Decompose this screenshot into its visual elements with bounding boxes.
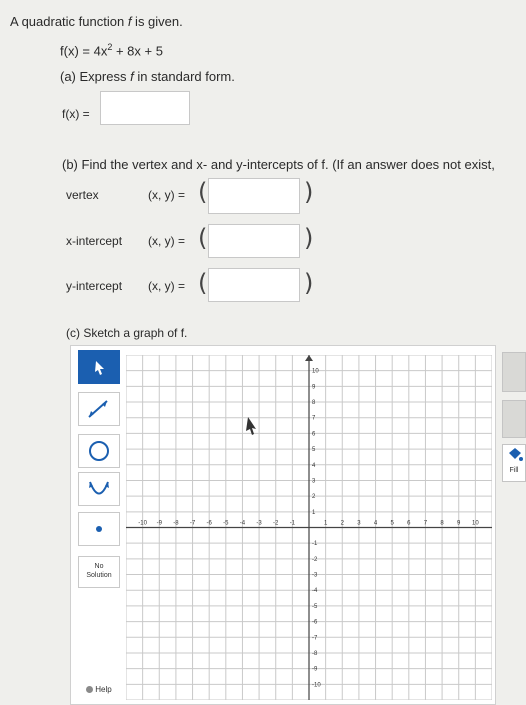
x-tick-label: -1: [290, 521, 296, 527]
x-tick-label: -3: [256, 521, 262, 527]
x-tick-label: 5: [391, 521, 395, 527]
point-icon: [96, 526, 102, 532]
y-tick-label: -10: [312, 682, 321, 688]
y-tick-label: 7: [312, 416, 316, 422]
circle-icon: [89, 441, 109, 461]
line-icon: [88, 400, 108, 418]
vertex-input[interactable]: [208, 178, 300, 214]
y-tick-label: 4: [312, 463, 316, 469]
y-tick-labels: 10 9 8 7 6 5 4 3 2 1 -1 -2 -3 -4 -5 -6 -7 -8 -9 -10: [312, 369, 321, 689]
y-tick-label: 9: [312, 384, 316, 390]
side-tool-button[interactable]: [502, 352, 526, 392]
x-tick-label: -4: [240, 521, 246, 527]
circle-tool-button[interactable]: [78, 434, 120, 468]
parabola-tool-button[interactable]: [78, 472, 120, 506]
y-tick-label: 3: [312, 478, 316, 484]
help-icon: [86, 686, 93, 694]
y-tick-label: 1: [312, 510, 316, 516]
y-intercept-close-paren: ): [304, 269, 314, 297]
y-tick-label: 6: [312, 431, 316, 437]
cursor-icon: [246, 417, 256, 435]
y-axis-arrow: [305, 355, 313, 361]
y-tick-label: -8: [312, 651, 318, 657]
y-tick-label: 2: [312, 494, 316, 500]
x-intercept-label: x-intercept: [66, 234, 123, 248]
x-tick-label: 3: [357, 521, 361, 527]
y-intercept-label: y-intercept: [66, 279, 123, 293]
x-tick-label: -10: [138, 521, 147, 527]
graph-canvas[interactable]: -10 -9 -8 -7 -6 -5 -4 -3 -2 -1 1 2 3 4 5 6 7 8 9 10 10 9 8 7 6 5…: [126, 355, 492, 700]
pointer-icon: [95, 361, 104, 375]
x-tick-label: -2: [273, 521, 279, 527]
y-tick-label: -1: [312, 541, 318, 547]
x-tick-label: 4: [374, 521, 378, 527]
x-tick-label: 1: [324, 521, 328, 527]
function-definition: f(x) = 4x2 + 8x + 5: [60, 42, 163, 59]
parabola-icon: [89, 481, 109, 495]
vertex-close-paren: ): [304, 178, 314, 206]
x-tick-label: 6: [407, 521, 411, 527]
vertex-open-paren: (: [198, 178, 208, 206]
x-tick-label: 8: [440, 521, 444, 527]
vertex-xy-label: (x, y) =: [148, 188, 186, 202]
x-tick-label: 9: [457, 521, 461, 527]
x-tick-label: 10: [472, 521, 479, 527]
y-tick-label: -2: [312, 557, 318, 563]
axes: [126, 355, 492, 700]
x-tick-label: -8: [173, 521, 179, 527]
y-tick-label: -3: [312, 573, 318, 579]
pointer-tool-button[interactable]: [78, 350, 120, 384]
vertex-label: vertex: [66, 188, 99, 202]
y-intercept-xy-label: (x, y) =: [148, 279, 186, 293]
point-tool-button[interactable]: [78, 512, 120, 546]
x-tick-label: -6: [207, 521, 213, 527]
standard-form-input[interactable]: [100, 91, 190, 125]
line-tool-button[interactable]: [78, 392, 120, 426]
fill-icon: [509, 448, 523, 461]
y-tick-label: 5: [312, 447, 316, 453]
side-tool-button-2[interactable]: [502, 400, 526, 438]
x-intercept-input[interactable]: [208, 224, 300, 258]
y-tick-label: -6: [312, 620, 318, 626]
part-b-prompt: (b) Find the vertex and x- and y-interce…: [62, 157, 495, 172]
x-intercept-close-paren: ): [304, 224, 314, 252]
part-a-prompt: (a) Express f in standard form.: [60, 69, 235, 84]
y-intercept-input[interactable]: [208, 268, 300, 302]
part-c-prompt: (c) Sketch a graph of f.: [66, 326, 188, 340]
help-link[interactable]: Help: [86, 685, 112, 694]
y-tick-label: 10: [312, 369, 319, 375]
x-tick-label: -9: [157, 521, 163, 527]
x-tick-label: -5: [223, 521, 229, 527]
x-tick-label: -7: [190, 521, 196, 527]
y-tick-label: 8: [312, 400, 316, 406]
x-intercept-open-paren: (: [198, 224, 208, 252]
y-tick-label: -5: [312, 604, 318, 610]
fx-label: f(x) =: [62, 107, 90, 121]
y-tick-label: -4: [312, 588, 318, 594]
x-intercept-xy-label: (x, y) =: [148, 234, 186, 248]
y-intercept-open-paren: (: [198, 269, 208, 297]
y-tick-label: -7: [312, 635, 318, 641]
no-solution-button[interactable]: No Solution: [78, 556, 120, 588]
x-tick-label: 2: [341, 521, 345, 527]
fill-button[interactable]: Fill: [502, 444, 526, 482]
problem-intro: A quadratic function f is given.: [10, 14, 183, 29]
y-tick-label: -9: [312, 667, 318, 673]
x-tick-label: 7: [424, 521, 428, 527]
